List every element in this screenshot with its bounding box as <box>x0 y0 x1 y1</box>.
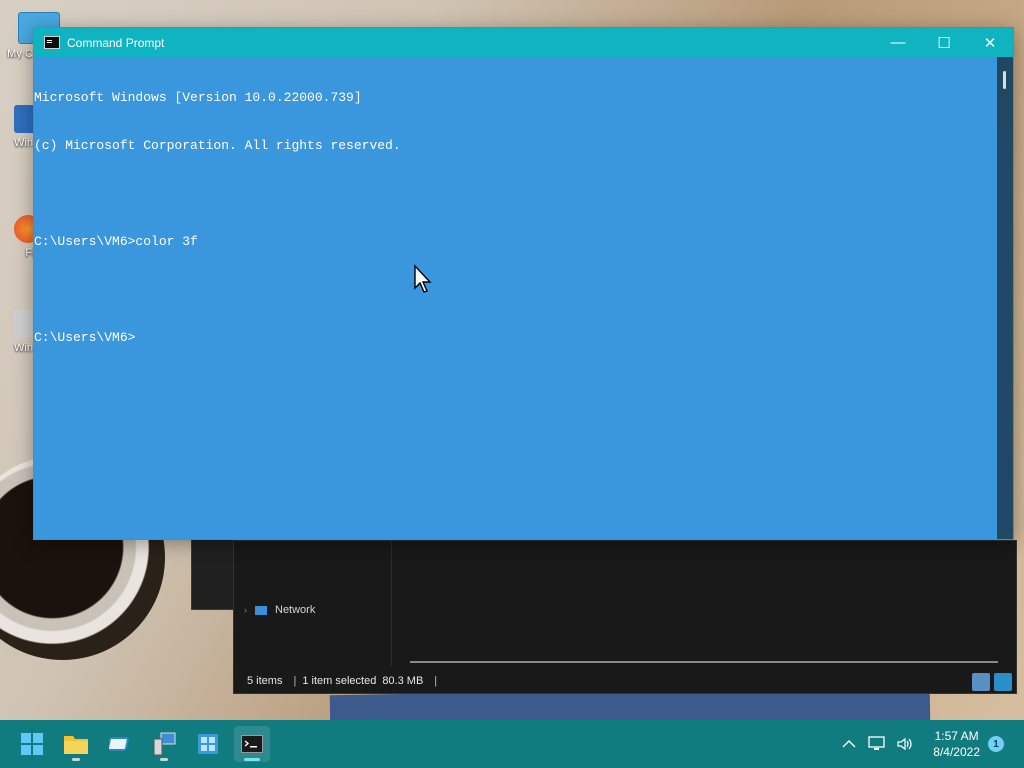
explorer-nav-pane: › Network <box>234 541 392 666</box>
console-line: (c) Microsoft Corporation. All rights re… <box>34 138 401 153</box>
status-separator: | <box>293 675 297 687</box>
tiles-view-icon[interactable] <box>994 673 1012 691</box>
details-view-icon[interactable] <box>972 673 990 691</box>
speaker-icon <box>897 737 912 751</box>
maximize-button[interactable]: ☐ <box>921 28 967 57</box>
console-line: Microsoft Windows [Version 10.0.22000.73… <box>34 90 362 105</box>
network-icon <box>255 605 267 615</box>
network-tray-button[interactable] <box>865 732 889 756</box>
taskbar-windows-tools[interactable] <box>190 726 226 762</box>
vertical-scrollbar[interactable] <box>997 57 1013 539</box>
status-selected: 1 item selected <box>302 675 377 687</box>
system-tray: 1:57 AM 8/4/2022 1 <box>835 720 1024 768</box>
file-explorer-window[interactable]: › Network 5 items | 1 item selected 80.3… <box>233 540 1017 694</box>
running-indicator <box>244 758 260 761</box>
notification-badge[interactable]: 1 <box>988 736 1004 752</box>
running-indicator <box>72 758 80 761</box>
taskbar-file-explorer[interactable] <box>58 726 94 762</box>
minimize-button[interactable]: — <box>875 28 921 57</box>
remote-desktop-icon <box>153 732 176 756</box>
clock-time: 1:57 AM <box>934 729 979 743</box>
terminal-icon <box>241 735 263 753</box>
clock[interactable]: 1:57 AM 8/4/2022 <box>933 728 980 760</box>
windows-tools-icon <box>198 734 218 754</box>
status-item-count: 5 items <box>247 675 283 687</box>
start-button[interactable] <box>14 726 50 762</box>
show-hidden-icons-button[interactable] <box>837 732 861 756</box>
network-status-icon <box>868 736 885 750</box>
nav-item-network[interactable]: › Network <box>244 604 315 616</box>
window-title: Command Prompt <box>67 35 165 50</box>
file-explorer-icon <box>64 736 88 754</box>
start-icon <box>21 733 43 755</box>
volume-tray-button[interactable] <box>893 732 917 756</box>
minimize-icon: — <box>890 34 906 51</box>
taskbar-sandbox[interactable] <box>102 726 138 762</box>
taskbar-remote-desktop[interactable] <box>146 726 182 762</box>
chevron-up-icon <box>842 740 856 748</box>
chevron-right-icon[interactable]: › <box>244 605 247 615</box>
horizontal-scrollbar[interactable] <box>410 661 998 663</box>
nav-network-label: Network <box>275 604 316 616</box>
sandbox-app-icon <box>109 737 129 751</box>
console-output[interactable]: Microsoft Windows [Version 10.0.22000.73… <box>34 57 996 540</box>
console-line: C:\Users\VM6>color 3f <box>34 234 198 249</box>
taskbar: 1:57 AM 8/4/2022 1 <box>0 720 1024 768</box>
close-icon: ✕ <box>983 34 997 52</box>
console-prompt: C:\Users\VM6> <box>34 330 136 345</box>
running-indicator <box>160 758 168 761</box>
mouse-pointer-icon <box>414 264 432 293</box>
status-size: 80.3 MB <box>382 675 424 687</box>
clock-date: 8/4/2022 <box>933 745 980 759</box>
close-button[interactable]: ✕ <box>967 28 1013 57</box>
cmd-icon <box>44 36 60 49</box>
maximize-icon: ☐ <box>937 34 951 52</box>
scrollbar-thumb[interactable] <box>1003 71 1006 89</box>
status-separator: | <box>434 675 438 687</box>
title-bar[interactable]: Command Prompt — ☐ ✕ <box>34 28 1013 57</box>
explorer-status-bar: 5 items | 1 item selected 80.3 MB | <box>234 669 1016 693</box>
command-prompt-window[interactable]: Command Prompt — ☐ ✕ Microsoft Windows [… <box>33 27 1014 540</box>
taskbar-terminal[interactable] <box>234 726 270 762</box>
